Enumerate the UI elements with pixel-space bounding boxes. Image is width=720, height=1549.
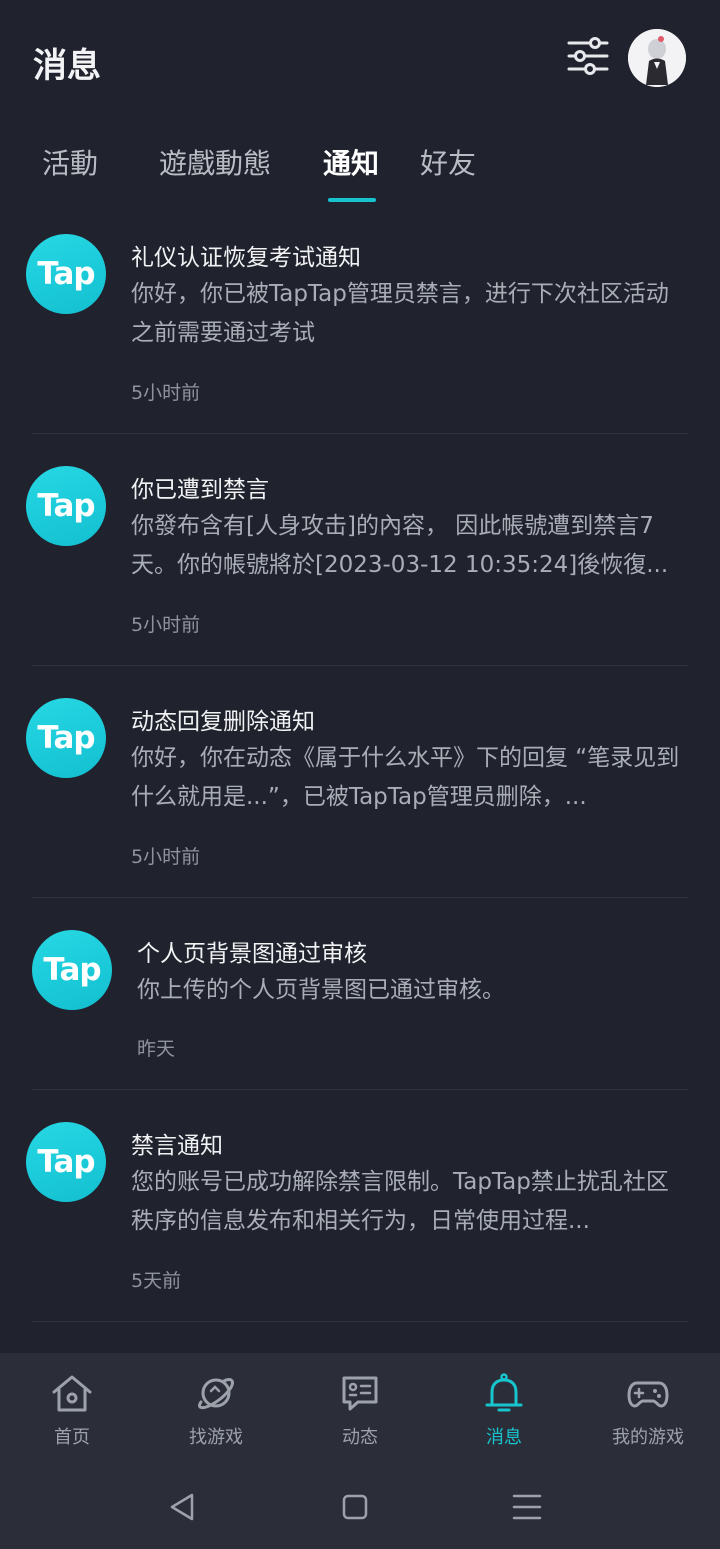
divider	[32, 665, 688, 666]
notification-body: 你發布含有[人身攻击]的內容， 因此帳號遭到禁言7 天。你的帳號將於[2023-…	[131, 513, 669, 578]
gamepad-icon	[627, 1381, 669, 1408]
avatar[interactable]	[628, 29, 686, 87]
taptap-logo-icon: Tap	[26, 698, 106, 778]
list-item[interactable]: Tap 你已遭到禁言 你發布含有[人身攻击]的內容， 因此帳號遭到禁言7 天。你…	[0, 452, 720, 684]
notification-title: 动态回复删除通知	[131, 709, 315, 735]
divider	[32, 1321, 688, 1322]
nav-label: 消息	[486, 1427, 522, 1448]
back-triangle-icon[interactable]	[164, 1489, 200, 1525]
tab-game-updates[interactable]: 遊戲動態	[159, 142, 271, 182]
notification-time: 5天前	[131, 1270, 182, 1292]
bottom-navigation: 首页 找游戏 动态 消息 我的游戏	[0, 1353, 720, 1461]
nav-label: 我的游戏	[612, 1427, 684, 1448]
tab-notifications[interactable]: 通知	[323, 142, 379, 182]
notification-body: 您的账号已成功解除禁言限制。TapTap禁止扰乱社区秩序的信息发布和相关行为，日…	[131, 1169, 669, 1234]
list-item[interactable]: Tap 礼仪认证恢复考试通知 你好，你已被TapTap管理员禁言，进行下次社区活…	[0, 220, 720, 452]
nav-label: 动态	[342, 1427, 378, 1448]
sliders-icon	[567, 37, 609, 75]
notification-body: 你上传的个人页背景图已通过审核。	[137, 977, 505, 1003]
taptap-logo-icon: Tap	[26, 466, 106, 546]
menu-lines-icon[interactable]	[509, 1489, 545, 1525]
active-tab-indicator	[328, 198, 376, 202]
user-avatar-icon	[628, 29, 686, 87]
tab-friends[interactable]: 好友	[420, 142, 476, 182]
divider	[32, 897, 688, 898]
divider	[32, 433, 688, 434]
system-navigation-bar	[0, 1461, 720, 1549]
nav-label: 首页	[54, 1427, 90, 1448]
home-icon	[52, 1375, 92, 1412]
nav-my-games[interactable]: 我的游戏	[576, 1353, 720, 1461]
taptap-logo-icon: Tap	[26, 1122, 106, 1202]
nav-messages[interactable]: 消息	[432, 1353, 576, 1461]
taptap-logo-icon: Tap	[32, 930, 112, 1010]
notification-title: 禁言通知	[131, 1133, 223, 1159]
tab-bar: 活動 遊戲動態 通知 好友	[0, 130, 720, 210]
notification-time: 5小时前	[131, 614, 201, 636]
bell-icon	[485, 1373, 523, 1412]
notification-body: 你好，你在动态《属于什么水平》下的回复 “笔录见到什么就用是...”，已被Tap…	[131, 745, 680, 810]
page-title: 消息	[33, 46, 101, 86]
list-item[interactable]: Tap 动态回复删除通知 你好，你在动态《属于什么水平》下的回复 “笔录见到什么…	[0, 684, 720, 916]
notification-title: 个人页背景图通过审核	[137, 941, 367, 967]
notification-time: 昨天	[137, 1038, 176, 1060]
notification-title: 你已遭到禁言	[131, 477, 269, 503]
tab-activities[interactable]: 活動	[42, 142, 98, 182]
divider	[32, 1089, 688, 1090]
nav-home[interactable]: 首页	[0, 1353, 144, 1461]
chat-card-icon	[342, 1376, 378, 1411]
nav-feed[interactable]: 动态	[288, 1353, 432, 1461]
planet-icon	[198, 1378, 234, 1410]
list-item[interactable]: Tap 禁言通知 您的账号已成功解除禁言限制。TapTap禁止扰乱社区秩序的信息…	[0, 1108, 720, 1340]
nav-find-games[interactable]: 找游戏	[144, 1353, 288, 1461]
nav-label: 找游戏	[189, 1427, 243, 1448]
filter-button[interactable]	[566, 34, 610, 78]
header: 消息	[0, 0, 720, 120]
notification-title: 礼仪认证恢复考试通知	[131, 245, 361, 271]
notification-time: 5小时前	[131, 846, 201, 868]
home-square-icon[interactable]	[337, 1489, 373, 1525]
taptap-logo-icon: Tap	[26, 234, 106, 314]
notification-body: 你好，你已被TapTap管理员禁言，进行下次社区活动之前需要通过考试	[131, 281, 669, 346]
notification-time: 5小时前	[131, 382, 201, 404]
